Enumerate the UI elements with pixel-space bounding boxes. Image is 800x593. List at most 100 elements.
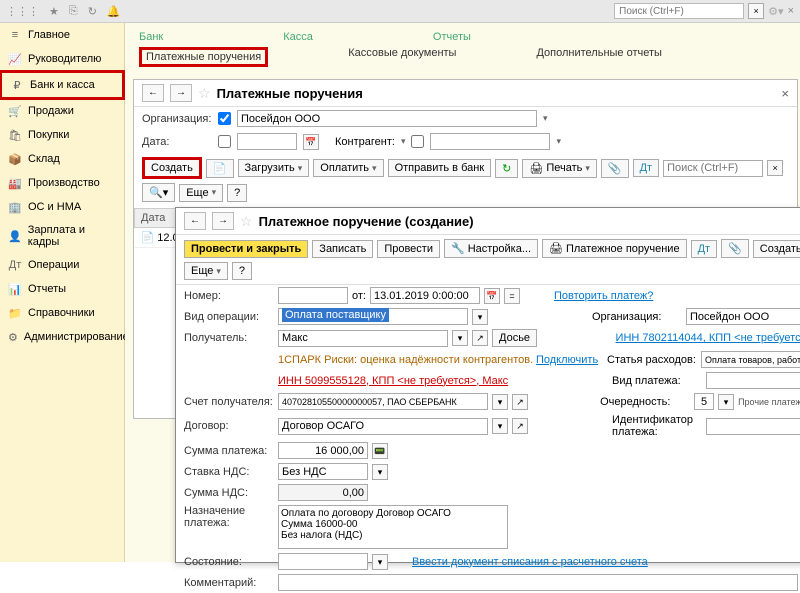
date-picker-icon[interactable]: 📅 <box>303 134 319 150</box>
refresh-button[interactable]: ↻ <box>495 159 518 178</box>
gear-icon[interactable]: ⚙▾ <box>768 5 783 18</box>
vat-rate-input[interactable] <box>278 463 368 480</box>
contract-input[interactable] <box>278 418 488 435</box>
print-pp-button[interactable]: 🖨 Платежное поручение <box>542 239 687 258</box>
send-bank-button[interactable]: Отправить в банк <box>388 159 492 177</box>
dosye-button[interactable]: Досье <box>492 329 537 347</box>
order-label: Очередность: <box>600 396 690 408</box>
more-button[interactable]: Еще ▾ <box>179 184 223 202</box>
recip-input[interactable] <box>278 330 448 347</box>
date-check[interactable] <box>218 135 231 148</box>
global-search[interactable] <box>614 3 744 19</box>
org-label: Организация: <box>592 311 682 323</box>
section-reports: Отчеты <box>433 31 471 43</box>
inn-recip-link[interactable]: ИНН 5099555128, КПП <не требуется>, Макс <box>278 375 508 387</box>
post-button[interactable]: Провести <box>377 240 440 258</box>
sidebar-item-production[interactable]: 🏭Производство <box>0 171 124 195</box>
clock-icon[interactable]: ↻ <box>88 5 97 18</box>
op-input[interactable]: Оплата поставщику <box>278 308 468 325</box>
calc-icon[interactable]: 📟 <box>372 443 388 459</box>
link-cash-docs[interactable]: Кассовые документы <box>348 47 456 67</box>
sidebar-item-main[interactable]: ≡Главное <box>0 23 124 47</box>
sidebar-item-reports[interactable]: 📊Отчеты <box>0 277 124 301</box>
sidebar-item-assets[interactable]: 🏢ОС и НМА <box>0 195 124 219</box>
sidebar-item-manager[interactable]: 📈Руководителю <box>0 47 124 71</box>
sidebar: ≡Главное 📈Руководителю ₽Банк и касса 🛒Пр… <box>0 23 125 562</box>
ruble-icon: ₽ <box>10 78 24 92</box>
calendar-icon[interactable]: 📅 <box>484 288 500 304</box>
sidebar-item-admin[interactable]: ⚙Администрирование <box>0 325 124 349</box>
spark-text: 1СПАРК Риски: оценка надёжности контраге… <box>278 354 598 366</box>
repeat-link[interactable]: Повторить платеж? <box>554 290 653 302</box>
org-input[interactable] <box>686 308 800 325</box>
sidebar-item-bank[interactable]: ₽Банк и касса <box>0 70 125 100</box>
fav-icon[interactable]: ☆ <box>240 213 253 230</box>
print-button[interactable]: 🖨 Печать ▾ <box>522 159 597 178</box>
list-search[interactable] <box>663 160 763 177</box>
nav-back[interactable]: ← <box>184 212 206 230</box>
history-icon[interactable]: ⎘ <box>69 5 78 18</box>
find-button[interactable]: 🔍▾ <box>142 183 175 202</box>
ident-input[interactable] <box>706 418 800 435</box>
time-clear[interactable]: = <box>504 288 520 304</box>
window-close-icon[interactable]: × <box>788 5 794 17</box>
more-button[interactable]: Еще ▾ <box>184 262 228 280</box>
spark-link[interactable]: Подключить <box>536 354 598 366</box>
nav-fwd[interactable]: → <box>170 84 192 102</box>
org-input[interactable] <box>237 110 537 127</box>
inn-org-link[interactable]: ИНН 7802114044, КПП <не требуется>, ООО … <box>616 332 800 344</box>
search-clear[interactable]: × <box>767 160 783 176</box>
counter-input[interactable] <box>430 133 550 150</box>
pay-button[interactable]: Оплатить ▾ <box>313 159 383 177</box>
counter-check[interactable] <box>411 135 424 148</box>
sidebar-item-operations[interactable]: ДтОперации <box>0 253 124 277</box>
sidebar-item-hr[interactable]: 👤Зарплата и кадры <box>0 219 124 253</box>
purpose-input[interactable] <box>278 505 508 549</box>
help-button[interactable]: ? <box>232 262 252 280</box>
create-button[interactable]: Создать <box>142 157 202 179</box>
nav-fwd[interactable]: → <box>212 212 234 230</box>
copy-button[interactable]: 📄 <box>206 159 234 178</box>
sum-input[interactable] <box>278 442 368 459</box>
close-icon[interactable]: × <box>781 86 789 101</box>
payment-order-create-panel: ← → ☆ Платежное поручение (создание) Про… <box>175 207 800 563</box>
ident-label: Идентификатор платежа: <box>612 414 702 438</box>
fav-icon[interactable]: ☆ <box>198 85 211 102</box>
settings-button[interactable]: 🔧 Настройка... <box>444 239 538 258</box>
save-button[interactable]: Записать <box>312 240 373 258</box>
dt-button[interactable]: Дт <box>691 240 718 258</box>
create-based-button[interactable]: Создать на основании ▾ <box>753 240 800 258</box>
attach-button[interactable]: 📎 <box>721 239 749 258</box>
acc-input[interactable] <box>278 393 488 410</box>
link-payment-orders[interactable]: Платежные поручения <box>139 47 268 67</box>
cart-icon: 🛒 <box>8 104 22 118</box>
star-icon[interactable]: ★ <box>49 5 59 18</box>
nav-back[interactable]: ← <box>142 84 164 102</box>
vat-sum-label: Сумма НДС: <box>184 487 274 499</box>
panel1-title: Платежные поручения <box>217 86 363 101</box>
bag-icon: 🛍 <box>8 128 22 142</box>
clear-search-icon[interactable]: × <box>748 3 764 19</box>
sidebar-item-sales[interactable]: 🛒Продажи <box>0 99 124 123</box>
dt-button[interactable]: Дт <box>633 159 660 177</box>
help-button[interactable]: ? <box>227 184 247 202</box>
attach-button[interactable]: 📎 <box>601 159 629 178</box>
sidebar-item-purchases[interactable]: 🛍Покупки <box>0 123 124 147</box>
section-bank: Банк <box>139 31 163 43</box>
post-close-button[interactable]: Провести и закрыть <box>184 240 308 258</box>
exp-input[interactable] <box>701 351 800 368</box>
sidebar-item-catalogs[interactable]: 📁Справочники <box>0 301 124 325</box>
comment-input[interactable] <box>278 574 798 591</box>
apps-icon[interactable]: ⋮⋮⋮ <box>6 5 39 18</box>
num-input[interactable] <box>278 287 348 304</box>
bell-icon[interactable]: 🔔 <box>107 5 121 18</box>
org-check[interactable] <box>218 112 231 125</box>
order-input[interactable] <box>694 393 714 410</box>
load-button[interactable]: Загрузить ▾ <box>238 159 310 177</box>
link-extra-reports[interactable]: Дополнительные отчеты <box>536 47 661 67</box>
recip-label: Получатель: <box>184 332 274 344</box>
paytype-input[interactable] <box>706 372 800 389</box>
date-input[interactable] <box>237 133 297 150</box>
sidebar-item-stock[interactable]: 📦Склад <box>0 147 124 171</box>
date-input[interactable] <box>370 287 480 304</box>
